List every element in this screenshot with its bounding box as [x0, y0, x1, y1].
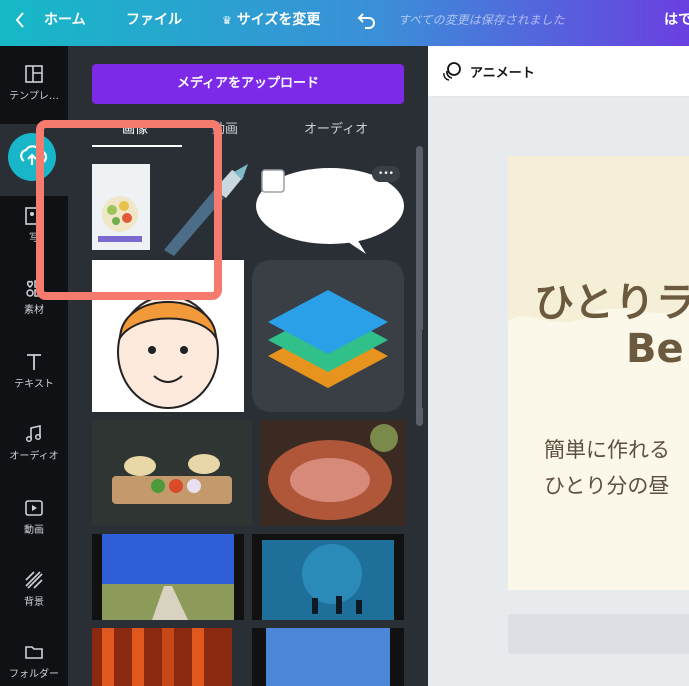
- rail-label-video: 動画: [24, 525, 44, 536]
- home-button[interactable]: ホーム: [44, 0, 86, 46]
- rail-label-elements: 素材: [24, 305, 44, 316]
- rail-item-folder[interactable]: フォルダー: [0, 642, 68, 680]
- text-icon: [27, 354, 41, 370]
- rail-item-background[interactable]: 背景: [0, 570, 68, 608]
- upload-thumb-speech-bubble[interactable]: •••: [254, 162, 406, 256]
- upload-thumb-beach-path[interactable]: [92, 534, 244, 620]
- add-page-bar[interactable]: [508, 614, 689, 654]
- rail-item-audio[interactable]: オーディオ: [0, 424, 68, 462]
- upload-thumb-torii-gates[interactable]: [92, 628, 232, 686]
- back-chevron-icon[interactable]: [14, 0, 26, 46]
- folder-icon: [25, 646, 43, 659]
- resize-label: サイズを変更: [236, 12, 321, 28]
- music-icon: [25, 425, 42, 443]
- rail-item-text[interactable]: テキスト: [0, 352, 68, 390]
- rail-label-templates: テンプレ…: [9, 91, 59, 102]
- rail-label-audio: オーディオ: [9, 451, 59, 462]
- upload-thumb-cutting-board[interactable]: [92, 420, 252, 526]
- resize-button[interactable]: ♛ サイズを変更: [222, 0, 320, 46]
- upload-thumb-layers-icon[interactable]: [252, 260, 404, 412]
- rail-label-folder: フォルダー: [9, 669, 59, 680]
- thumb-more-button[interactable]: •••: [372, 166, 400, 182]
- rail-item-video[interactable]: 動画: [0, 498, 68, 536]
- page-title-line1: ひとりラ: [534, 280, 689, 326]
- upload-media-button[interactable]: メディアをアップロード: [92, 64, 404, 104]
- top-toolbar: ホーム ファイル ♛ サイズを変更 すべての変更は保存されました はで: [0, 0, 689, 46]
- page-subtitle-line2: ひとり分の昼: [544, 474, 670, 498]
- page-subtitle-line1: 簡単に作れる: [544, 438, 670, 462]
- undo-icon: [357, 13, 375, 29]
- upload-thumb-sky[interactable]: [252, 628, 404, 686]
- design-page[interactable]: ひとりラ Be 簡単に作れる ひとり分の昼: [508, 156, 689, 590]
- highlight-annotation-box: [36, 120, 222, 300]
- undo-button[interactable]: [357, 0, 377, 46]
- rail-label-background: 背景: [24, 597, 44, 608]
- background-icon: [25, 571, 43, 589]
- canvas-toolbar: アニメート: [428, 46, 689, 97]
- rail-item-templates[interactable]: テンプレ…: [0, 64, 68, 102]
- crown-icon: ♛: [222, 14, 232, 27]
- animate-icon: [442, 61, 462, 85]
- template-icon: [25, 65, 43, 83]
- animate-button[interactable]: アニメート: [470, 62, 535, 81]
- file-menu-button[interactable]: ファイル: [126, 0, 182, 46]
- video-icon: [25, 500, 43, 516]
- tab-audio[interactable]: オーディオ: [304, 118, 368, 137]
- share-button[interactable]: はで: [664, 0, 689, 46]
- page-title-line2: Be: [626, 326, 684, 372]
- upload-thumb-aquarium[interactable]: [252, 534, 404, 620]
- rail-label-text: テキスト: [14, 379, 54, 390]
- upload-thumb-steak[interactable]: [260, 420, 406, 526]
- save-status-text: すべての変更は保存されました: [398, 13, 565, 27]
